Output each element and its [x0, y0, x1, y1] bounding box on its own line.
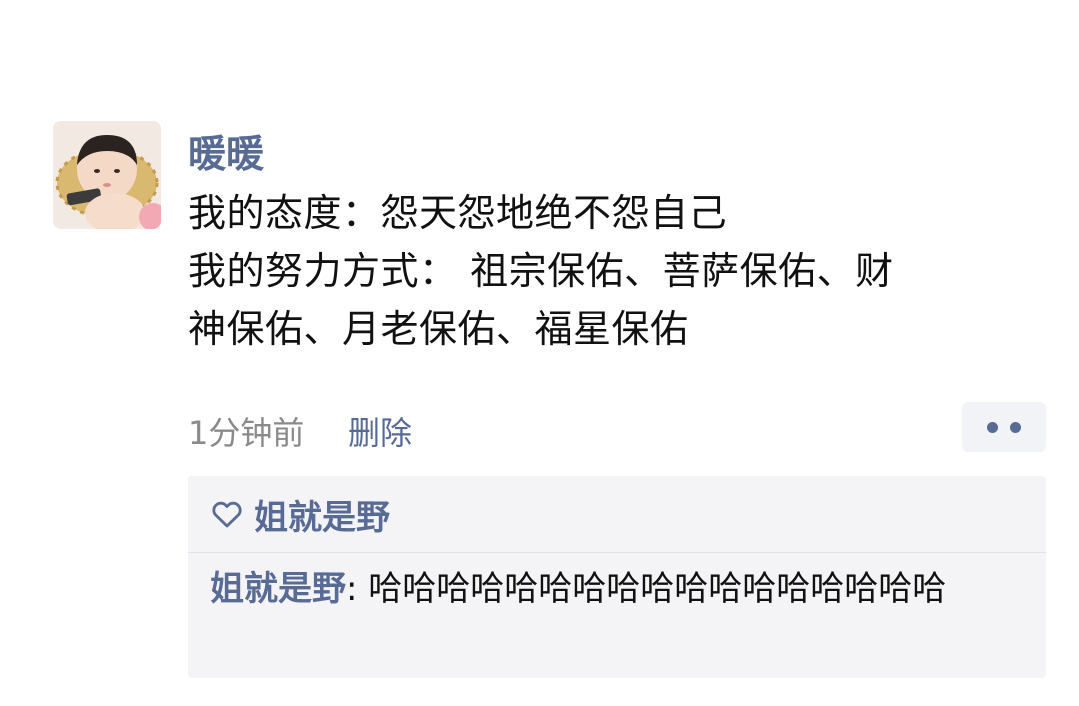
comment-text: 哈哈哈哈哈哈哈哈哈哈哈哈哈哈哈哈哈 [368, 569, 947, 609]
timestamp: 1分钟前 [188, 414, 305, 452]
comment-separator: : [346, 569, 369, 609]
likes-row: 姐就是野 [188, 476, 1046, 553]
post-meta-row: 1分钟前 删除 [188, 402, 1048, 452]
moment-post: 暖暖 我的态度：怨天怨地绝不怨自己 我的努力方式： 祖宗保佑、菩萨保佑、财 神保… [0, 0, 1079, 706]
delete-link[interactable]: 删除 [348, 408, 412, 454]
more-dots-icon [987, 421, 998, 433]
liker-name[interactable]: 姐就是野 [254, 490, 390, 539]
avatar[interactable] [53, 121, 161, 229]
author-name[interactable]: 暖暖 [188, 128, 1048, 180]
more-button[interactable] [962, 402, 1046, 452]
post-text-line: 神保佑、月老保佑、福星保佑 [188, 307, 689, 351]
heart-icon [212, 501, 242, 528]
post-text: 我的态度：怨天怨地绝不怨自己 我的努力方式： 祖宗保佑、菩萨保佑、财 神保佑、月… [188, 184, 1048, 358]
interaction-panel: 姐就是野 姐就是野: 哈哈哈哈哈哈哈哈哈哈哈哈哈哈哈哈哈 [188, 476, 1046, 678]
post-text-line: 我的态度：怨天怨地绝不怨自己 [188, 191, 728, 235]
comment-item[interactable]: 姐就是野: 哈哈哈哈哈哈哈哈哈哈哈哈哈哈哈哈哈 [188, 553, 1046, 613]
post-content: 暖暖 我的态度：怨天怨地绝不怨自己 我的努力方式： 祖宗保佑、菩萨保佑、财 神保… [188, 128, 1048, 358]
post-text-line: 我的努力方式： 祖宗保佑、菩萨保佑、财 [188, 249, 894, 293]
comment-author[interactable]: 姐就是野 [210, 569, 346, 609]
more-dots-icon [1010, 421, 1021, 433]
